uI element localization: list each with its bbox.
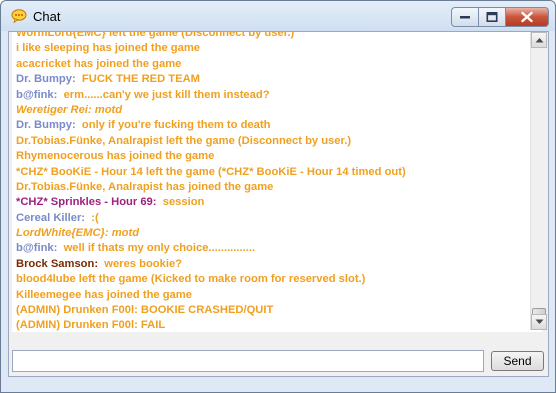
chat-scrollbar[interactable] [530,32,547,330]
chat-line: *CHZ* BooKiE - Hour 14 left the game (*C… [16,165,521,180]
chat-line-text: weres bookie? [98,257,183,270]
minimize-icon [460,16,470,19]
chat-line-author: Dr. Bumpy: [16,73,76,86]
caption-buttons [451,7,549,27]
chat-line: Rhymenocerous has joined the game [16,149,521,164]
chat-window: Chat WormLord{EMC} left the game (Discon… [0,0,556,393]
send-button[interactable]: Send [491,351,544,371]
maximize-icon [486,12,498,22]
chat-line: Dr. Bumpy: only if you're fucking them t… [16,118,521,133]
chat-line-author: *CHZ* Sprinkles - Hour 69: [16,196,157,209]
chat-line-text: Dr.Tobias.Fünke, Analrapist left the gam… [16,134,352,147]
chat-log[interactable]: WormLord{EMC} left the game (Disconnect … [12,32,542,332]
chat-line: LordWhite{EMC}: motd [16,226,521,241]
chat-line: WormLord{EMC} left the game (Disconnect … [16,32,521,41]
chat-line: b@fink: erm......can'y we just kill them… [16,88,521,103]
chat-line-text: Killeemegee has joined the game [16,288,192,301]
chat-line: Dr. Bumpy: FUCK THE RED TEAM [16,72,521,87]
close-button[interactable] [505,7,549,27]
chat-line: i like sleeping has joined the game [16,41,521,56]
chat-line-text: blood4lube left the game (Kicked to make… [16,273,366,286]
scroll-up-button[interactable] [531,32,547,48]
chat-line: Brock Samson: weres bookie? [16,257,521,272]
chat-line: Dr.Tobias.Fünke, Analrapist left the gam… [16,134,521,149]
chat-line: Dr.Tobias.Fünke, Analrapist has joined t… [16,180,521,195]
scroll-down-button[interactable] [531,314,547,330]
chat-bubble-icon [11,9,27,23]
chat-line: *CHZ* Sprinkles - Hour 69: session [16,195,521,210]
chat-line: acacricket has joined the game [16,57,521,72]
maximize-button[interactable] [478,7,505,27]
chat-line-author: LordWhite{EMC}: [16,227,109,240]
chat-line: Weretiger Rei: motd [16,103,521,118]
chat-line: b@fink: well if thats my only choice....… [16,241,521,256]
chat-lines: WormLord{EMC} left the game (Disconnect … [16,32,521,332]
chat-line-text: :( [85,211,99,224]
chat-line-text: (ADMIN) Drunken F00l: BOOKIE CRASHED/QUI… [16,304,274,317]
chat-line: blood4lube left the game (Kicked to make… [16,272,521,287]
title-bar[interactable]: Chat [1,1,555,31]
window-client-area: WormLord{EMC} left the game (Disconnect … [8,31,549,377]
arrow-down-icon [535,319,544,324]
chat-line: Cereal Killer: :( [16,211,521,226]
chat-line-text: *CHZ* BooKiE - Hour 14 left the game (*C… [16,165,406,178]
chat-line-text: motd [91,103,123,116]
chat-line-text: (ADMIN) Drunken F00l: FAIL [16,319,166,332]
chat-line-author: b@fink: [16,242,58,255]
close-icon [521,11,533,23]
arrow-up-icon [535,38,544,43]
chat-line-text: acacricket has joined the game [16,57,182,70]
chat-line-author: b@fink: [16,88,58,101]
chat-line-text: FUCK THE RED TEAM [75,73,200,86]
chat-line: (ADMIN) Drunken F00l: FAIL [16,318,521,332]
chat-line-text: only if you're fucking them to death [75,119,271,132]
chat-line-text: session [156,196,205,209]
chat-message-input[interactable] [12,350,484,372]
chat-line: Killeemegee has joined the game [16,288,521,303]
chat-line-text: i like sleeping has joined the game [16,42,201,55]
chat-line-text: Rhymenocerous has joined the game [16,150,215,163]
chat-line-text: erm......can'y we just kill them instead… [57,88,270,101]
chat-line-text: WormLord{EMC} left the game (Disconnect … [16,32,295,39]
chat-line-text: well if thats my only choice............… [57,242,256,255]
chat-line-text: Dr.Tobias.Fünke, Analrapist has joined t… [16,180,274,193]
chat-line: (ADMIN) Drunken F00l: BOOKIE CRASHED/QUI… [16,303,521,318]
chat-line-author: Dr. Bumpy: [16,119,76,132]
chat-line-text: motd [108,227,140,240]
minimize-button[interactable] [451,7,478,27]
chat-line-author: Brock Samson: [16,257,99,270]
chat-line-author: Cereal Killer: [16,211,86,224]
chat-line-author: Weretiger Rei: [16,103,92,116]
window-title: Chat [33,9,61,24]
